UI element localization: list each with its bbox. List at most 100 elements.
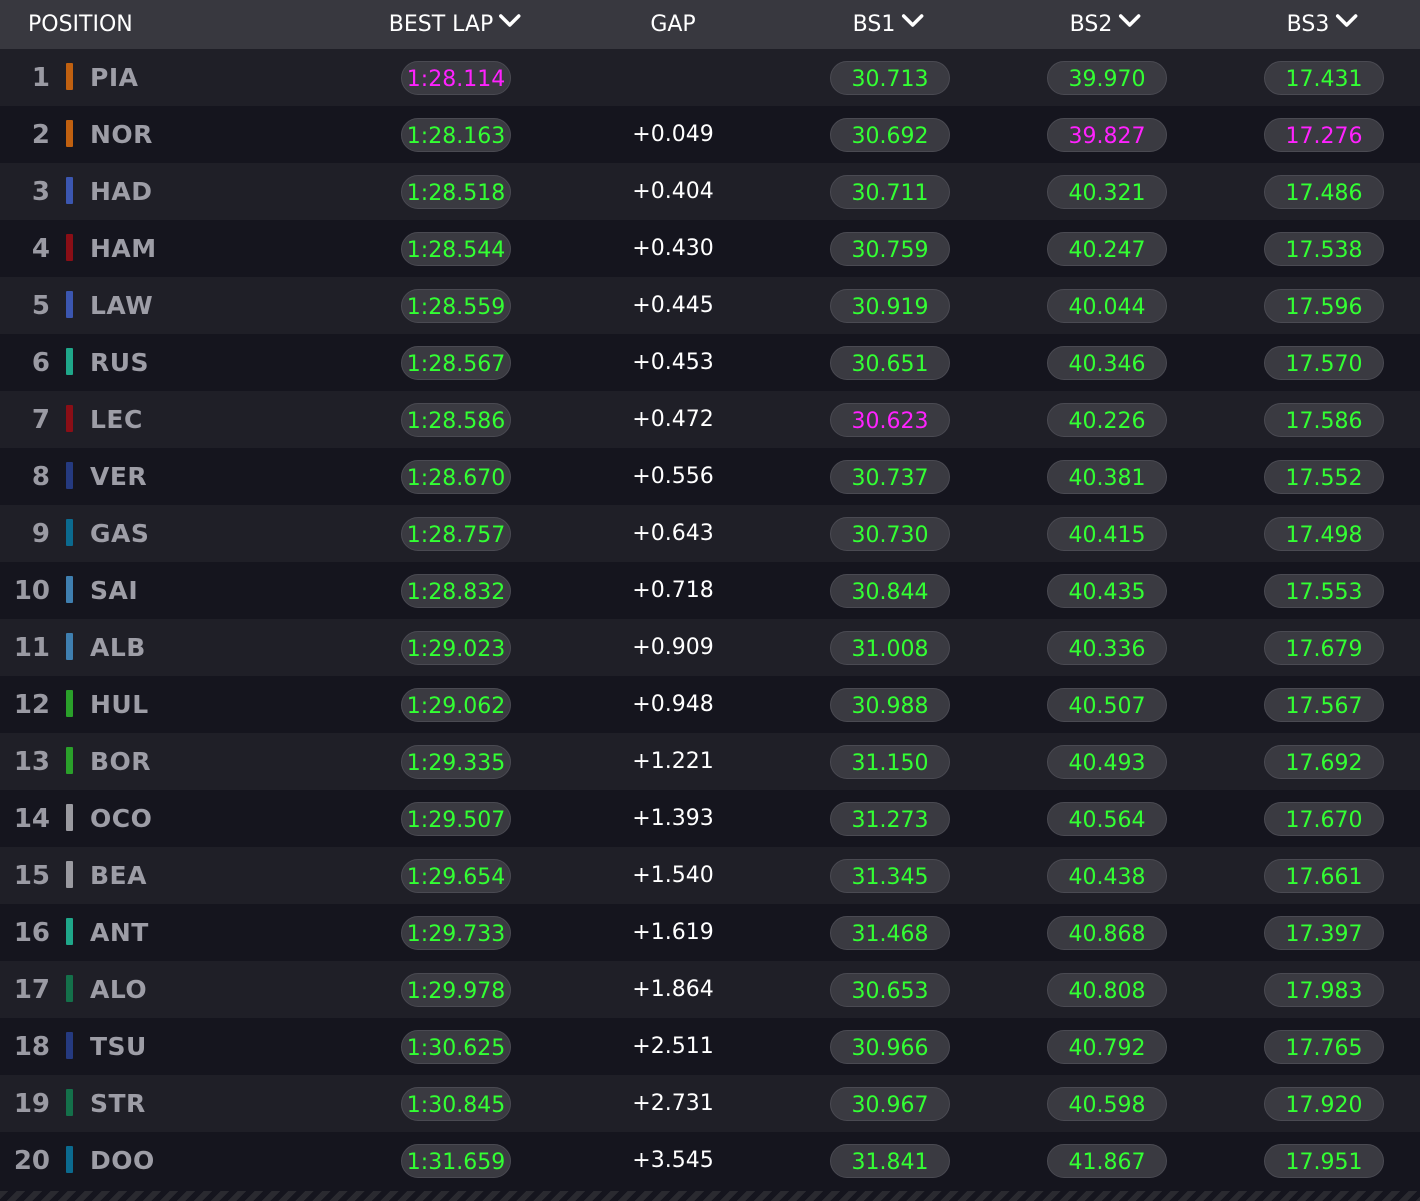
driver-row[interactable]: 1 PIA 1:28.114 30.713 39.970 17.431	[0, 49, 1420, 106]
best-sector-1-time: 31.273	[830, 802, 950, 836]
driver-code: ALO	[90, 975, 148, 1004]
best-sector-3-time: 17.552	[1264, 460, 1384, 494]
best-lap-time: 1:28.670	[401, 460, 511, 494]
driver-code: OCO	[90, 804, 153, 833]
driver-row[interactable]: 17 ALO 1:29.978 +1.864 30.653 40.808 17.…	[0, 961, 1420, 1018]
position-number: 16	[13, 918, 50, 948]
best-lap-time: 1:29.062	[401, 688, 511, 722]
position-number: 9	[31, 519, 50, 549]
driver-row[interactable]: 20 DOO 1:31.659 +3.545 31.841 41.867 17.…	[0, 1132, 1420, 1189]
driver-code: TSU	[90, 1032, 147, 1061]
best-sector-2-time: 40.226	[1047, 403, 1167, 437]
driver-row[interactable]: 15 BEA 1:29.654 +1.540 31.345 40.438 17.…	[0, 847, 1420, 904]
gap-value: +0.404	[632, 179, 714, 204]
best-sector-2-time: 39.970	[1047, 61, 1167, 95]
best-sector-3-time: 17.920	[1264, 1087, 1384, 1121]
team-color-bar	[66, 633, 73, 660]
driver-row[interactable]: 14 OCO 1:29.507 +1.393 31.273 40.564 17.…	[0, 790, 1420, 847]
best-sector-3-time: 17.586	[1264, 403, 1384, 437]
best-sector-3-time: 17.397	[1264, 916, 1384, 950]
best-sector-1-time: 31.841	[830, 1144, 950, 1178]
position-number: 12	[13, 690, 50, 720]
best-sector-2-time: 40.438	[1047, 859, 1167, 893]
team-color-bar	[66, 405, 73, 432]
best-sector-2-time: 40.808	[1047, 973, 1167, 1007]
bs1-sort-button[interactable]: BS1	[853, 0, 924, 49]
team-color-bar	[66, 918, 73, 945]
team-color-bar	[66, 462, 73, 489]
gap-value: +2.731	[632, 1091, 714, 1116]
best-lap-time: 1:28.586	[401, 403, 511, 437]
driver-code: ALB	[90, 633, 146, 662]
driver-row[interactable]: 6 RUS 1:28.567 +0.453 30.651 40.346 17.5…	[0, 334, 1420, 391]
best-sector-2-time: 40.792	[1047, 1030, 1167, 1064]
best-sector-1-time: 30.623	[830, 403, 950, 437]
best-lap-time: 1:28.559	[401, 289, 511, 323]
best-lap-time: 1:28.757	[401, 517, 511, 551]
best-lap-sort-button[interactable]: BEST LAP	[389, 0, 521, 49]
team-color-bar	[66, 519, 73, 546]
driver-row[interactable]: 3 HAD 1:28.518 +0.404 30.711 40.321 17.4…	[0, 163, 1420, 220]
driver-row[interactable]: 12 HUL 1:29.062 +0.948 30.988 40.507 17.…	[0, 676, 1420, 733]
position-number: 11	[13, 633, 50, 663]
driver-code: STR	[90, 1089, 146, 1118]
best-sector-2-time: 40.564	[1047, 802, 1167, 836]
best-sector-2-time: 40.247	[1047, 232, 1167, 266]
driver-code: ANT	[90, 918, 149, 947]
best-lap-time: 1:29.507	[401, 802, 511, 836]
driver-code: NOR	[90, 120, 153, 149]
team-color-bar	[66, 291, 73, 318]
best-sector-2-time: 40.493	[1047, 745, 1167, 779]
driver-row[interactable]: 7 LEC 1:28.586 +0.472 30.623 40.226 17.5…	[0, 391, 1420, 448]
gap-value: +1.540	[632, 863, 714, 888]
position-header-label: POSITION	[28, 12, 133, 37]
best-sector-3-time: 17.431	[1264, 61, 1384, 95]
driver-row[interactable]: 11 ALB 1:29.023 +0.909 31.008 40.336 17.…	[0, 619, 1420, 676]
chevron-down-icon	[901, 0, 924, 47]
best-lap-time: 1:30.625	[401, 1030, 511, 1064]
driver-row[interactable]: 9 GAS 1:28.757 +0.643 30.730 40.415 17.4…	[0, 505, 1420, 562]
driver-row[interactable]: 19 STR 1:30.845 +2.731 30.967 40.598 17.…	[0, 1075, 1420, 1132]
bs2-sort-button[interactable]: BS2	[1070, 0, 1141, 49]
best-lap-header-label: BEST LAP	[388, 12, 494, 37]
team-color-bar	[66, 1032, 73, 1059]
best-lap-time: 1:28.163	[401, 118, 511, 152]
driver-code: HUL	[90, 690, 149, 719]
driver-row[interactable]: 13 BOR 1:29.335 +1.221 31.150 40.493 17.…	[0, 733, 1420, 790]
best-sector-3-time: 17.567	[1264, 688, 1384, 722]
best-lap-time: 1:28.518	[401, 175, 511, 209]
driver-code: LAW	[90, 291, 154, 320]
gap-value: +1.221	[632, 749, 714, 774]
driver-row[interactable]: 16 ANT 1:29.733 +1.619 31.468 40.868 17.…	[0, 904, 1420, 961]
best-sector-3-time: 17.596	[1264, 289, 1384, 323]
gap-value: +0.909	[632, 635, 714, 660]
driver-row[interactable]: 10 SAI 1:28.832 +0.718 30.844 40.435 17.…	[0, 562, 1420, 619]
driver-row[interactable]: 8 VER 1:28.670 +0.556 30.737 40.381 17.5…	[0, 448, 1420, 505]
best-sector-3-time: 17.538	[1264, 232, 1384, 266]
best-sector-2-time: 40.336	[1047, 631, 1167, 665]
best-lap-time: 1:29.733	[401, 916, 511, 950]
bs3-sort-button[interactable]: BS3	[1287, 0, 1358, 49]
best-sector-1-time: 30.692	[830, 118, 950, 152]
best-sector-2-time: 40.598	[1047, 1087, 1167, 1121]
chevron-down-icon	[499, 0, 521, 47]
position-number: 2	[31, 120, 50, 150]
team-color-bar	[66, 747, 73, 774]
team-color-bar	[66, 1089, 73, 1116]
best-lap-time: 1:31.659	[401, 1144, 511, 1178]
gap-value: +1.393	[632, 806, 714, 831]
driver-row[interactable]: 18 TSU 1:30.625 +2.511 30.966 40.792 17.…	[0, 1018, 1420, 1075]
driver-code: LEC	[90, 405, 143, 434]
team-color-bar	[66, 690, 73, 717]
timing-board: POSITION BEST LAP GAP BS1 BS2 BS3 1 PIA …	[0, 0, 1420, 1201]
driver-code: VER	[90, 462, 148, 491]
best-lap-time: 1:29.978	[401, 973, 511, 1007]
best-sector-3-time: 17.765	[1264, 1030, 1384, 1064]
driver-row[interactable]: 2 NOR 1:28.163 +0.049 30.692 39.827 17.2…	[0, 106, 1420, 163]
gap-value: +0.049	[632, 122, 714, 147]
bottom-divider	[0, 1191, 1420, 1201]
bs2-header-label: BS2	[1069, 12, 1113, 37]
driver-row[interactable]: 5 LAW 1:28.559 +0.445 30.919 40.044 17.5…	[0, 277, 1420, 334]
driver-row[interactable]: 4 HAM 1:28.544 +0.430 30.759 40.247 17.5…	[0, 220, 1420, 277]
position-header: POSITION	[28, 0, 133, 49]
